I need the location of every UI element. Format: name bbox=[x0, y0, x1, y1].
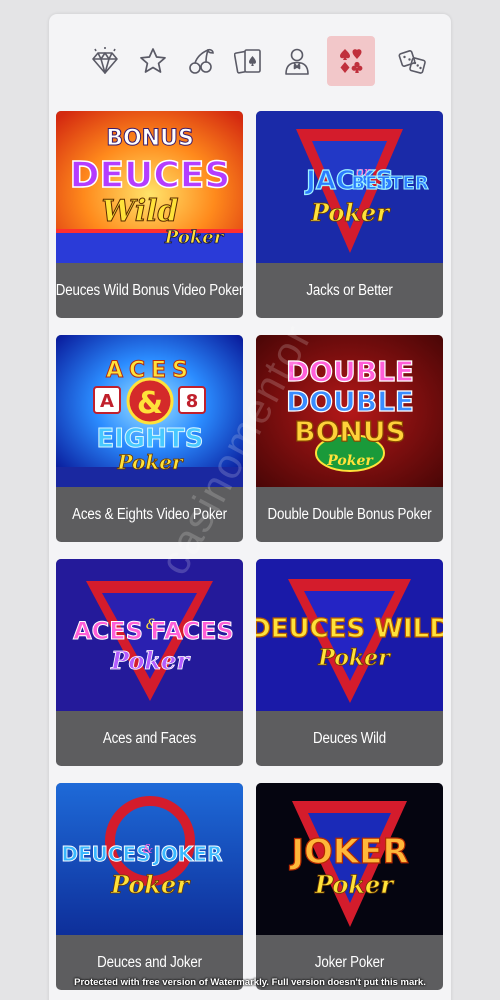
card-suits-icon bbox=[340, 49, 363, 73]
art-text: JOKER bbox=[289, 832, 408, 872]
art-text: A bbox=[100, 391, 114, 412]
art-text: FACES bbox=[150, 617, 234, 645]
dice-icon bbox=[398, 50, 426, 74]
art-text: JOKER bbox=[151, 842, 222, 866]
category-cherries[interactable] bbox=[177, 36, 225, 86]
game-tile-double-double-bonus[interactable]: DOUBLE DOUBLE BONUS Poker Double Double … bbox=[256, 335, 443, 542]
art-text: DOUBLE bbox=[286, 355, 414, 388]
game-category-panel: BONUS DEUCES Wild Poker Deuces Wild Bonu… bbox=[49, 14, 451, 1000]
art-text: DEUCES WILD bbox=[256, 614, 443, 644]
category-live-dealer[interactable] bbox=[273, 36, 321, 86]
art-text: Poker bbox=[310, 198, 391, 227]
diamond-icon bbox=[92, 47, 118, 74]
game-tile-deuces-wild[interactable]: DEUCES WILD Poker Deuces Wild bbox=[256, 559, 443, 766]
game-thumbnail: ACES A & 8 EIGHTS Poker bbox=[56, 335, 243, 487]
game-title: Double Double Bonus Poker bbox=[267, 505, 432, 523]
game-tile-deuces-wild-bonus[interactable]: BONUS DEUCES Wild Poker Deuces Wild Bonu… bbox=[56, 111, 243, 318]
game-thumbnail: BONUS DEUCES Wild Poker bbox=[56, 111, 243, 263]
art-text: Wild bbox=[102, 194, 179, 229]
game-thumbnail: JACKS or BETTER Poker bbox=[256, 111, 443, 263]
game-title: Deuces Wild bbox=[313, 729, 386, 747]
game-title: Jacks or Better bbox=[306, 281, 393, 299]
category-star[interactable] bbox=[129, 36, 177, 86]
category-icon-bar bbox=[49, 36, 451, 86]
playing-cards-icon bbox=[234, 49, 261, 74]
game-tile-deuces-and-joker[interactable]: DEUCES & JOKER Poker Deuces and Joker bbox=[56, 783, 243, 990]
dealer-icon bbox=[285, 48, 309, 75]
game-title: Aces & Eights Video Poker bbox=[72, 505, 227, 523]
game-thumbnail: DEUCES WILD Poker bbox=[256, 559, 443, 711]
art-text: Poker bbox=[164, 227, 225, 248]
art-text: Poker bbox=[317, 645, 391, 671]
category-dice[interactable] bbox=[389, 36, 437, 86]
cherries-icon bbox=[189, 48, 214, 74]
art-text: Poker bbox=[326, 453, 374, 469]
art-text: 8 bbox=[186, 391, 199, 412]
art-text: BONUS bbox=[294, 415, 405, 448]
category-card-suits[interactable] bbox=[327, 36, 375, 86]
art-text: Poker bbox=[314, 870, 395, 899]
game-title: Aces and Faces bbox=[102, 729, 197, 747]
art-text: DEUCES bbox=[61, 842, 150, 866]
game-thumbnail: JOKER Poker bbox=[256, 783, 443, 935]
art-text: BONUS bbox=[106, 126, 194, 151]
game-thumbnail: DOUBLE DOUBLE BONUS Poker bbox=[256, 335, 443, 487]
art-text: DEUCES bbox=[70, 155, 231, 196]
game-tile-aces-and-eights[interactable]: ACES A & 8 EIGHTS Poker Aces & Eights Vi… bbox=[56, 335, 243, 542]
star-icon bbox=[140, 48, 166, 73]
watermark-notice: Protected with free version of Watermark… bbox=[74, 977, 426, 988]
art-text: & bbox=[143, 842, 154, 856]
art-text: & bbox=[137, 386, 163, 421]
game-thumbnail: ACES & FACES Poker bbox=[56, 559, 243, 711]
art-text: ACES bbox=[73, 617, 143, 645]
art-text: Poker bbox=[110, 646, 191, 675]
art-text: BETTER bbox=[351, 173, 428, 194]
art-text: Poker bbox=[110, 870, 191, 899]
game-tile-jacks-or-better[interactable]: JACKS or BETTER Poker Jacks or Better bbox=[256, 111, 443, 318]
art-text: DOUBLE bbox=[286, 385, 414, 418]
game-tile-aces-and-faces[interactable]: ACES & FACES Poker Aces and Faces bbox=[56, 559, 243, 766]
game-tile-joker-poker[interactable]: JOKER Poker Joker Poker bbox=[256, 783, 443, 990]
art-text: Poker bbox=[117, 450, 184, 474]
game-title: Deuces Wild Bonus Video Poker bbox=[56, 281, 243, 299]
category-diamond[interactable] bbox=[81, 36, 129, 86]
category-cards[interactable] bbox=[225, 36, 273, 86]
game-thumbnail: DEUCES & JOKER Poker bbox=[56, 783, 243, 935]
